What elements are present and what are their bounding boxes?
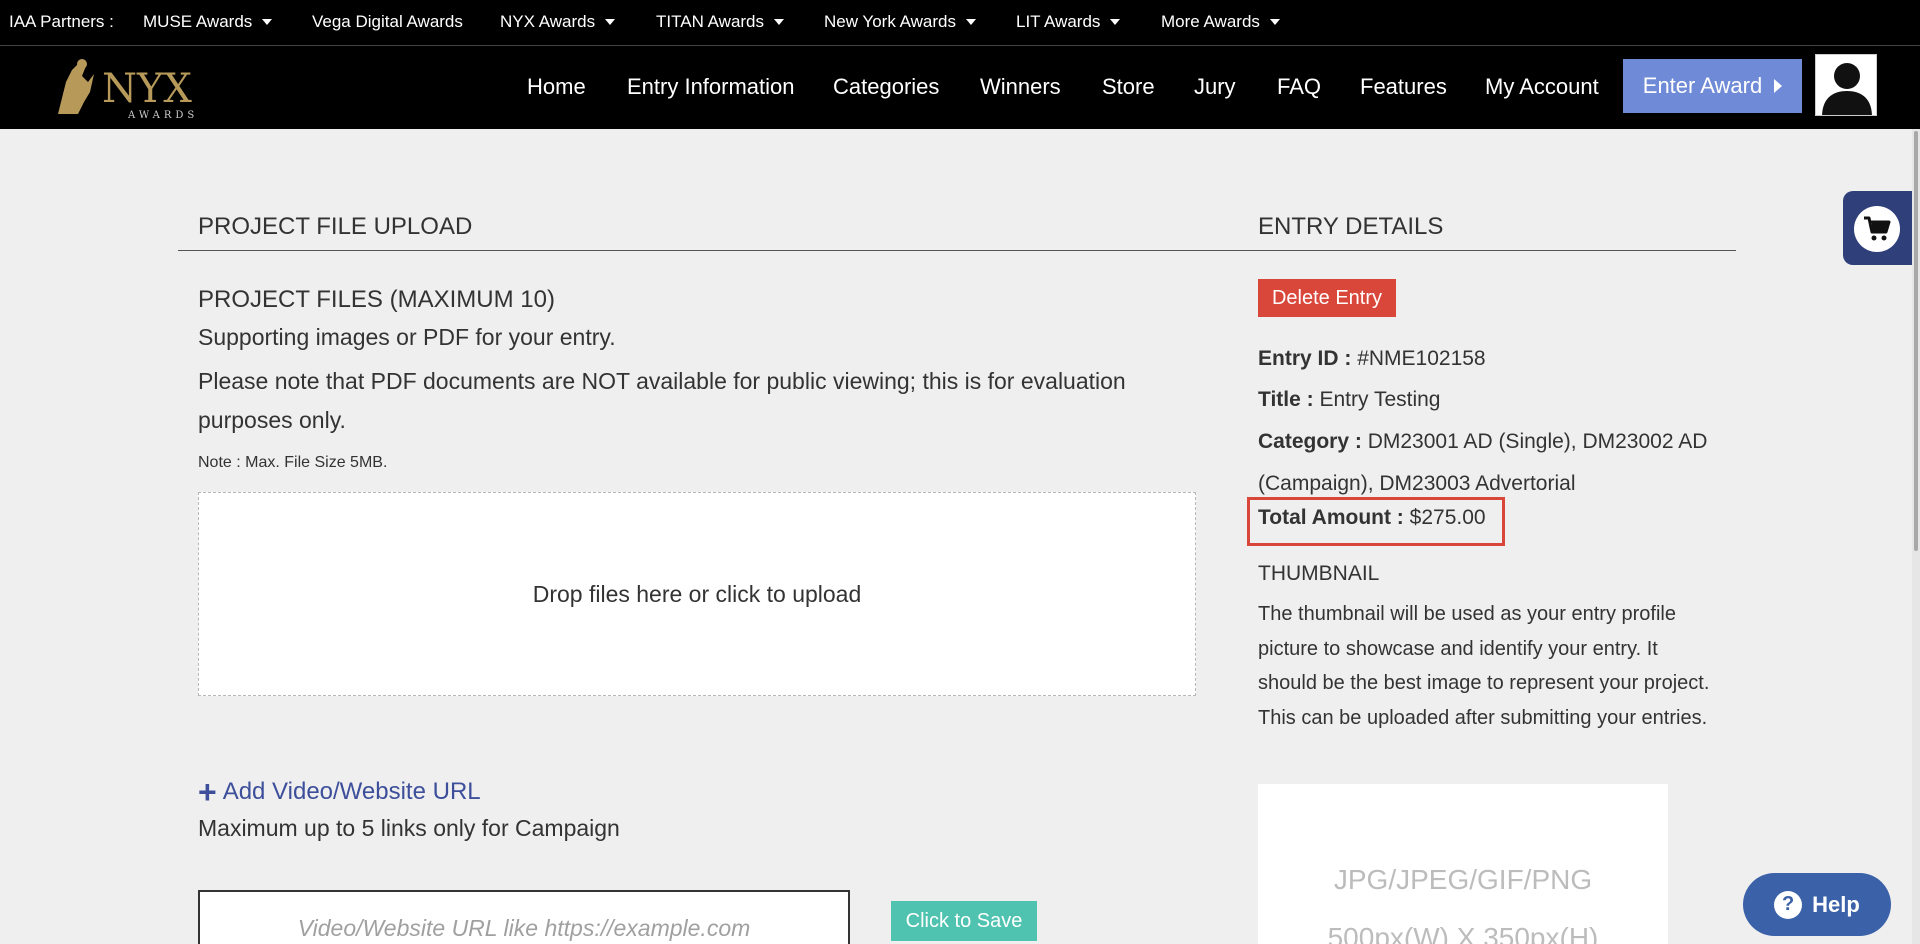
entry-id-label: Entry ID : <box>1258 347 1352 370</box>
partner-item-lit[interactable]: LIT Awards <box>1016 12 1121 32</box>
user-avatar[interactable] <box>1815 54 1877 116</box>
title-row: Title : Entry Testing <box>1258 388 1440 412</box>
thumbnail-formats: JPG/JPEG/GIF/PNG <box>1333 864 1593 895</box>
project-files-desc: Supporting images or PDF for your entry. <box>198 324 616 350</box>
partner-item-label: TITAN Awards <box>656 12 765 31</box>
partner-item-label: MUSE Awards <box>143 12 253 31</box>
plus-icon: + <box>198 774 217 810</box>
partner-item-nyx[interactable]: NYX Awards <box>500 12 616 32</box>
caret-down-icon <box>1269 19 1280 25</box>
category-row: Category : DM23001 AD (Single), DM23002 … <box>1258 421 1718 505</box>
partner-item-vega[interactable]: Vega Digital Awards <box>312 12 463 32</box>
entry-id-row: Entry ID : #NME102158 <box>1258 347 1486 371</box>
help-button[interactable]: ? Help <box>1743 873 1891 936</box>
nav-home[interactable]: Home <box>527 74 586 100</box>
file-size-note: Note : Max. File Size 5MB. <box>198 454 388 471</box>
nav-jury[interactable]: Jury <box>1194 74 1236 100</box>
nav-entry-information[interactable]: Entry Information <box>627 74 795 100</box>
project-files-title: PROJECT FILES (MAXIMUM 10) <box>198 286 555 313</box>
pdf-note: Please note that PDF documents are NOT a… <box>198 368 1126 433</box>
add-url-label: Add Video/Website URL <box>222 778 481 805</box>
category-label: Category : <box>1258 430 1362 453</box>
nyx-awards-logo[interactable]: NYX AWARDS <box>50 52 240 121</box>
arrow-right-icon <box>1774 79 1783 93</box>
partner-item-label: NYX Awards <box>500 12 596 31</box>
save-label: Click to Save <box>905 909 1023 932</box>
caret-down-icon <box>605 19 616 25</box>
file-dropzone[interactable]: Drop files here or click to upload <box>198 492 1196 696</box>
enter-award-button[interactable]: Enter Award <box>1623 59 1802 113</box>
partner-item-label: More Awards <box>1161 12 1260 31</box>
entry-id-value: #NME102158 <box>1357 347 1486 370</box>
project-file-upload-heading: PROJECT FILE UPLOAD <box>198 213 473 240</box>
partner-item-label: Vega Digital Awards <box>312 12 463 31</box>
question-icon: ? <box>1774 890 1803 919</box>
logo-text: NYX <box>102 66 192 112</box>
caret-down-icon <box>262 19 273 25</box>
total-amount-highlight <box>1247 497 1505 546</box>
partner-item-more[interactable]: More Awards <box>1161 12 1280 32</box>
partner-bar: IAA Partners : MUSE Awards Vega Digital … <box>0 0 1920 45</box>
title-label: Title : <box>1258 388 1314 411</box>
thumbnail-description: The thumbnail will be used as your entry… <box>1258 603 1710 729</box>
entry-details-heading: ENTRY DETAILS <box>1258 213 1444 240</box>
partner-item-muse[interactable]: MUSE Awards <box>143 12 273 32</box>
thumbnail-size: 500px(W) X 350px(H) <box>1327 922 1599 944</box>
thumbnail-heading: THUMBNAIL <box>1258 562 1380 585</box>
main-nav: NYX AWARDS Home Entry Information Catego… <box>0 46 1920 129</box>
nav-categories[interactable]: Categories <box>833 74 939 100</box>
nav-store[interactable]: Store <box>1102 74 1155 100</box>
dropzone-text: Drop files here or click to upload <box>532 580 862 607</box>
thumbnail-upload-box[interactable]: JPG/JPEG/GIF/PNG 500px(W) X 350px(H) <box>1258 784 1668 944</box>
partner-item-new-york[interactable]: New York Awards <box>824 12 976 32</box>
caret-down-icon <box>1110 19 1121 25</box>
nav-faq[interactable]: FAQ <box>1277 74 1321 100</box>
caret-down-icon <box>774 19 785 25</box>
nav-my-account[interactable]: My Account <box>1485 74 1599 100</box>
cart-icon-circle <box>1854 206 1900 252</box>
user-icon <box>1822 63 1872 115</box>
nav-features[interactable]: Features <box>1360 74 1447 100</box>
partner-label: IAA Partners : <box>9 12 114 31</box>
cart-icon <box>1864 216 1891 241</box>
nav-winners[interactable]: Winners <box>980 74 1061 100</box>
add-video-url-link[interactable]: + Add Video/Website URL <box>198 776 481 808</box>
enter-award-label: Enter Award <box>1642 73 1763 98</box>
delete-label: Delete Entry <box>1271 286 1383 309</box>
title-value: Entry Testing <box>1319 388 1441 411</box>
partner-item-titan[interactable]: TITAN Awards <box>656 12 785 32</box>
caret-down-icon <box>965 19 976 25</box>
section-divider <box>178 250 1736 251</box>
logo-subtext: AWARDS <box>127 110 198 120</box>
delete-entry-button[interactable]: Delete Entry <box>1258 279 1396 317</box>
partner-item-label: New York Awards <box>824 12 956 31</box>
max-links-text: Maximum up to 5 links only for Campaign <box>198 815 620 841</box>
help-label: Help <box>1812 891 1860 917</box>
partner-item-label: LIT Awards <box>1016 12 1101 31</box>
cart-button[interactable] <box>1843 191 1920 265</box>
video-url-input[interactable] <box>198 890 850 944</box>
scrollbar-thumb[interactable] <box>1914 131 1918 551</box>
click-to-save-button[interactable]: Click to Save <box>891 901 1037 941</box>
